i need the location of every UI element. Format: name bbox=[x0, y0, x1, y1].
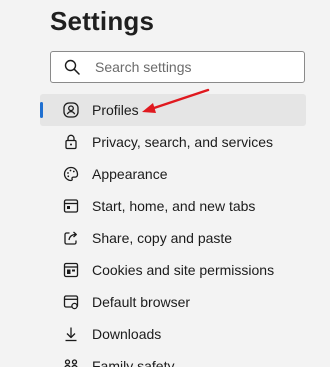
download-icon bbox=[62, 325, 80, 343]
sidebar-item-label: Profiles bbox=[92, 102, 139, 118]
default-browser-icon bbox=[62, 293, 80, 311]
search-icon bbox=[63, 58, 81, 76]
sidebar-item-share[interactable]: Share, copy and paste bbox=[40, 222, 306, 254]
profile-icon bbox=[62, 101, 80, 119]
sidebar-item-label: Share, copy and paste bbox=[92, 230, 233, 246]
cookies-icon bbox=[62, 261, 80, 279]
sidebar-item-appearance[interactable]: Appearance bbox=[40, 158, 306, 190]
start-home-icon bbox=[62, 197, 80, 215]
sidebar-item-label: Default browser bbox=[92, 294, 191, 310]
sidebar-item-label: Cookies and site permissions bbox=[92, 262, 275, 278]
search-box[interactable] bbox=[50, 51, 305, 83]
sidebar-item-label: Appearance bbox=[92, 166, 168, 182]
sidebar-item-default-browser[interactable]: Default browser bbox=[40, 286, 306, 318]
sidebar-item-label: Family safety bbox=[92, 358, 175, 367]
sidebar-item-privacy[interactable]: Privacy, search, and services bbox=[40, 126, 306, 158]
family-icon bbox=[62, 357, 80, 367]
sidebar-item-label: Privacy, search, and services bbox=[92, 134, 274, 150]
share-icon bbox=[62, 229, 80, 247]
lock-icon bbox=[62, 133, 80, 151]
sidebar-item-family-safety[interactable]: Family safety bbox=[40, 350, 306, 367]
sidebar-item-profiles[interactable]: Profiles bbox=[40, 94, 306, 126]
page-title: Settings bbox=[50, 6, 155, 36]
search-input[interactable] bbox=[95, 59, 285, 75]
sidebar-item-label: Start, home, and new tabs bbox=[92, 198, 256, 214]
sidebar-item-start-home[interactable]: Start, home, and new tabs bbox=[40, 190, 306, 222]
sidebar-item-cookies[interactable]: Cookies and site permissions bbox=[40, 254, 306, 286]
sidebar-item-label: Downloads bbox=[92, 326, 162, 342]
palette-icon bbox=[62, 165, 80, 183]
sidebar-item-downloads[interactable]: Downloads bbox=[40, 318, 306, 350]
settings-nav: Profiles Privacy, search, and services A… bbox=[40, 94, 306, 367]
